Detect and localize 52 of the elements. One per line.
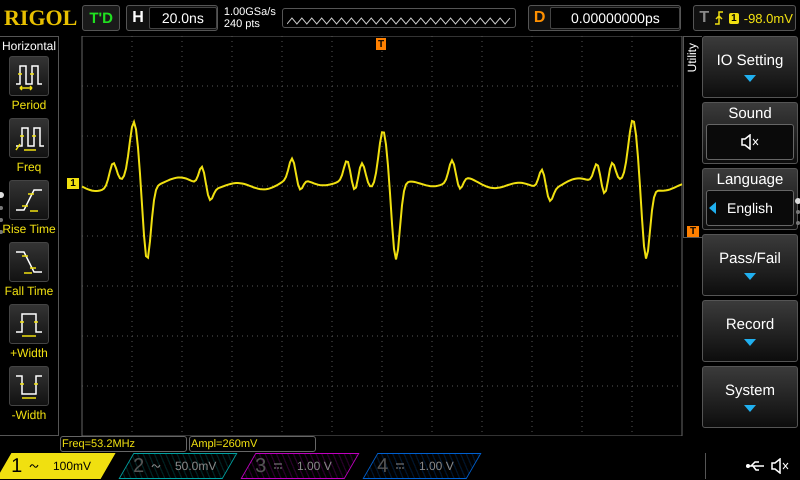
caret-icon (744, 75, 756, 82)
menu-button[interactable]: Pass/Fail (702, 234, 798, 296)
menu-button[interactable]: IO Setting (702, 36, 798, 98)
muted-speaker-icon (740, 134, 760, 150)
ac-coupling-icon (151, 463, 161, 469)
channel-tab[interactable]: 3 1.00 V (240, 453, 360, 479)
usb-icon (746, 460, 766, 472)
page-indicator-icon (795, 198, 800, 228)
fall-measure-button[interactable] (9, 242, 49, 282)
measure-label: Period (12, 98, 46, 112)
measurement-readout: Ampl=260mV (189, 436, 316, 452)
dc-coupling-icon (395, 463, 405, 469)
trigger-level: -98.0mV (744, 10, 793, 26)
menu-button[interactable]: Sound (702, 102, 798, 164)
trigger-source: 1 (729, 12, 739, 24)
channel-tab[interactable]: 4 1.00 V (362, 453, 482, 479)
run-status[interactable]: T'D (82, 5, 120, 31)
period-measure-button[interactable] (9, 56, 49, 96)
waveform-thumbnail-icon (286, 17, 511, 25)
caret-icon (744, 273, 756, 280)
measure-label: -Width (12, 408, 46, 422)
timebase-display[interactable]: H 20.0ns (126, 5, 218, 31)
channel-tab[interactable]: 2 50.0mV (118, 453, 238, 479)
menu-button[interactable]: System (702, 366, 798, 428)
channel-marker[interactable]: 1 (67, 178, 79, 189)
menu-title: Horizontal (2, 38, 56, 55)
trigger-level-marker[interactable]: T (687, 226, 699, 237)
channel-tab[interactable]: 1 100mV (0, 453, 116, 479)
freq-measure-button[interactable] (9, 118, 49, 158)
ac-coupling-icon (29, 463, 39, 469)
sample-rate: 1.00GSa/s (224, 6, 276, 18)
measure-label: Freq (16, 160, 42, 174)
measure-label: Fall Time (4, 284, 54, 298)
nwidth-measure-button[interactable] (9, 366, 49, 406)
menu-button[interactable]: Record (702, 300, 798, 362)
caret-icon (744, 339, 756, 346)
rise-measure-button[interactable] (9, 180, 49, 220)
measurement-readout: Freq=53.2MHz (60, 436, 187, 452)
delay-display[interactable]: D 0.00000000ps (528, 5, 682, 31)
rising-edge-icon (714, 11, 724, 25)
brand-logo: RIGOL (4, 5, 76, 31)
muted-speaker-icon (770, 458, 790, 474)
trigger-display[interactable]: T 1 -98.0mV (693, 5, 796, 31)
menu-button[interactable]: Language English (702, 168, 798, 230)
caret-icon (709, 202, 716, 214)
caret-icon (744, 405, 756, 412)
trigger-position-marker[interactable]: T (376, 38, 386, 50)
memory-depth: 240 pts (224, 18, 261, 30)
measure-label: Rise Time (2, 222, 56, 236)
measure-label: +Width (10, 346, 48, 360)
pwidth-measure-button[interactable] (9, 304, 49, 344)
dc-coupling-icon (273, 463, 283, 469)
